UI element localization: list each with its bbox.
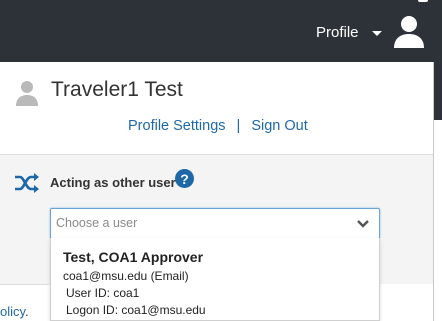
profile-user-name: Traveler1 Test: [51, 78, 183, 101]
user-avatar-icon: [16, 81, 38, 106]
policy-link-fragment[interactable]: olicy.: [0, 304, 29, 319]
result-user-name: Test, COA1 Approver: [63, 249, 204, 265]
choose-user-select[interactable]: Choose a user: [50, 208, 380, 239]
sign-out-link[interactable]: Sign Out: [251, 118, 307, 134]
choose-user-placeholder: Choose a user: [56, 216, 138, 230]
link-separator: |: [236, 118, 241, 134]
background-strip: [434, 62, 442, 120]
result-user-id: User ID: coa1: [66, 286, 140, 300]
user-results-list: Test, COA1 Approver coa1@msu.edu (Email)…: [50, 238, 380, 321]
top-nav-bar: Profile: [0, 0, 442, 62]
acting-as-other-user-label: Acting as other user: [50, 175, 176, 190]
user-avatar-icon[interactable]: [391, 14, 427, 50]
profile-header: Traveler1 Test Profile Settings | Sign O…: [0, 62, 433, 154]
help-icon[interactable]: ?: [175, 169, 194, 188]
result-user-email: coa1@msu.edu (Email): [63, 269, 189, 283]
shuffle-icon: [15, 173, 39, 193]
policy-period: .: [25, 304, 29, 319]
caret-down-icon: [371, 30, 382, 36]
profile-settings-link[interactable]: Profile Settings: [128, 118, 226, 134]
page-divider: [0, 284, 50, 285]
chevron-down-icon: [357, 220, 369, 228]
profile-links: Profile Settings | Sign Out: [128, 118, 308, 134]
profile-menu-label: Profile: [316, 23, 359, 41]
app-stage: Profile Traveler1 Test Profile Settings …: [0, 0, 442, 321]
policy-link-text[interactable]: olicy: [0, 304, 25, 319]
result-logon-id: Logon ID: coa1@msu.edu: [66, 303, 206, 317]
user-result-item[interactable]: Test, COA1 Approver coa1@msu.edu (Email)…: [51, 238, 379, 321]
top-nav-notch: [418, 0, 428, 2]
